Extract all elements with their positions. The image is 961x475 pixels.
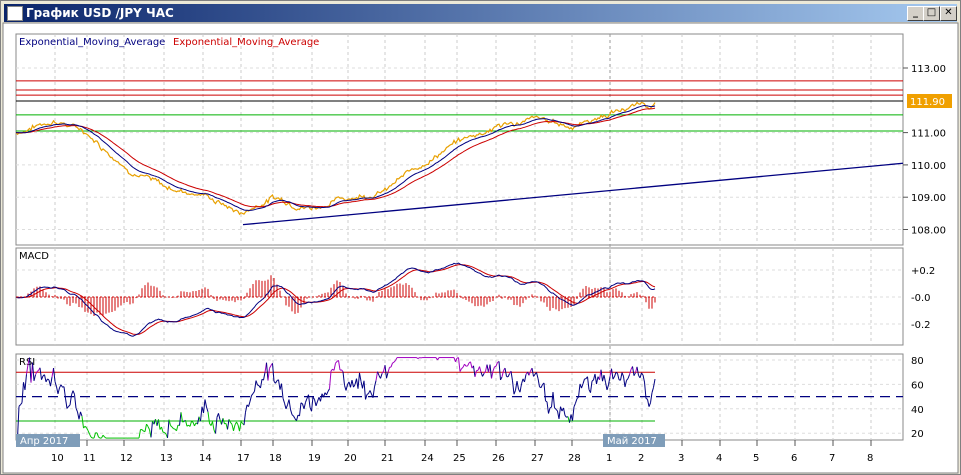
macd-tick-label: -0.0 [911,293,931,304]
date-tick-label: 14 [199,453,212,464]
date-tick-label: 26 [492,453,505,464]
price-tick-label: 111.00 [911,129,946,140]
price-tick-label: 110.00 [911,161,946,172]
date-tick-label: 12 [120,453,133,464]
price-tick-label: 113.00 [911,64,946,75]
date-tick-label: 8 [867,453,873,464]
rsi-segment [494,365,497,368]
rsi-tick-label: 40 [911,405,924,416]
date-tick-label: 19 [308,453,321,464]
rsi-tick-label: 80 [911,356,924,367]
current-price-label: 111.90 [910,97,945,108]
macd-tick-label: -0.2 [911,320,931,331]
month-label: Апр 2017 [20,436,68,447]
date-tick-label: 21 [381,453,394,464]
price-tick-label: 109.00 [911,193,946,204]
legend-ema-slow: Exponential_Moving_Average [173,37,319,48]
date-tick-label: 11 [83,453,96,464]
date-tick-label: 13 [160,453,173,464]
chart-canvas[interactable]: 113.00 111.00 110.00 109.00 108.00 111.90 Expo… [0,0,961,475]
date-tick-label: 6 [791,453,797,464]
date-tick-label: 17 [237,453,250,464]
macd-title: MACD [19,251,49,262]
date-tick-label: 27 [531,453,544,464]
rsi-tick-label: 20 [911,429,924,440]
date-tick-label: 3 [678,453,684,464]
rsi-tick-label: 60 [911,380,924,391]
rsi-segment [257,384,260,387]
date-tick-label: 18 [269,453,282,464]
month-label: Май 2017 [607,436,657,447]
date-tick-label: 28 [568,453,581,464]
legend-ema-fast: Exponential_Moving_Average [19,37,165,48]
date-tick-label: 10 [51,453,64,464]
date-tick-label: 20 [344,453,357,464]
date-tick-label: 4 [716,453,722,464]
macd-tick-label: +0.2 [911,266,935,277]
price-tick-label: 108.00 [911,226,946,237]
date-tick-label: 1 [606,453,612,464]
date-tick-label: 24 [421,453,434,464]
rsi-segment [191,420,194,423]
rsi-segment [392,361,395,364]
date-tick-label: 2 [638,453,644,464]
rsi-segment [645,398,648,400]
date-tick-label: 7 [829,453,835,464]
rsi-segment [549,406,552,409]
date-tick-label: 5 [753,453,759,464]
date-tick-label: 25 [453,453,466,464]
